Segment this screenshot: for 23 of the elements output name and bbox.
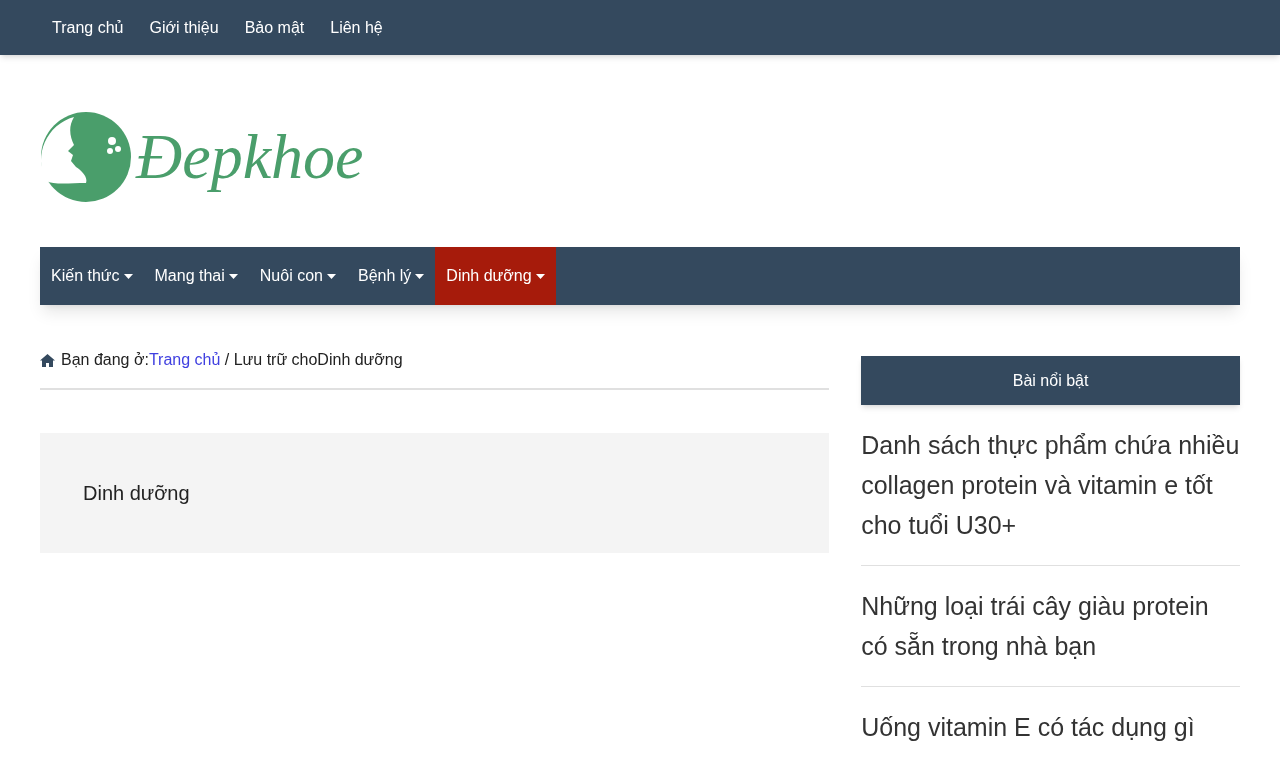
caret-icon — [228, 273, 238, 279]
featured-post-link[interactable]: Uống vitamin E có tác dụng gì — [861, 707, 1240, 747]
breadcrumb-link[interactable]: Trang chủ — [148, 351, 221, 368]
top-menu-link[interactable]: Trang chủ — [39, 15, 137, 40]
archive-title: Dinh dưỡng — [83, 481, 190, 506]
home-icon — [40, 353, 55, 367]
caret-icon — [415, 273, 425, 279]
featured-post-link[interactable]: Danh sách thực phẩm chứa nhiều collagen protein và vitamin e tốt cho tuổi U30+ — [861, 425, 1240, 545]
caret-icon — [123, 273, 133, 279]
caret-icon — [326, 273, 336, 279]
main-menu-item[interactable]: Kiến thức — [40, 247, 144, 305]
sidebar-heading: Bài nổi bật — [861, 356, 1240, 405]
main-menu-item[interactable]: Nuôi con — [248, 247, 347, 305]
top-menu-link[interactable]: Giới thiệu — [136, 15, 232, 40]
caret-icon — [535, 273, 545, 279]
breadcrumb-text: Bạn đang ở:Trang chủ / Lưu trữ choDinh dưỡng — [61, 350, 403, 370]
main-menu-item[interactable]: Bệnh lý — [346, 247, 436, 305]
top-menu-link[interactable]: Liên hệ — [317, 15, 396, 40]
main-menu-item[interactable]: Mang thai — [143, 247, 249, 305]
woman-silhouette-logo-icon — [40, 111, 132, 203]
main-menu-item[interactable]: Dinh dưỡng — [435, 247, 556, 305]
top-menu-link[interactable]: Bảo mật — [231, 15, 318, 40]
featured-post-link[interactable]: Những loại trái cây giàu protein có sẵn trong nhà bạn — [861, 586, 1240, 666]
